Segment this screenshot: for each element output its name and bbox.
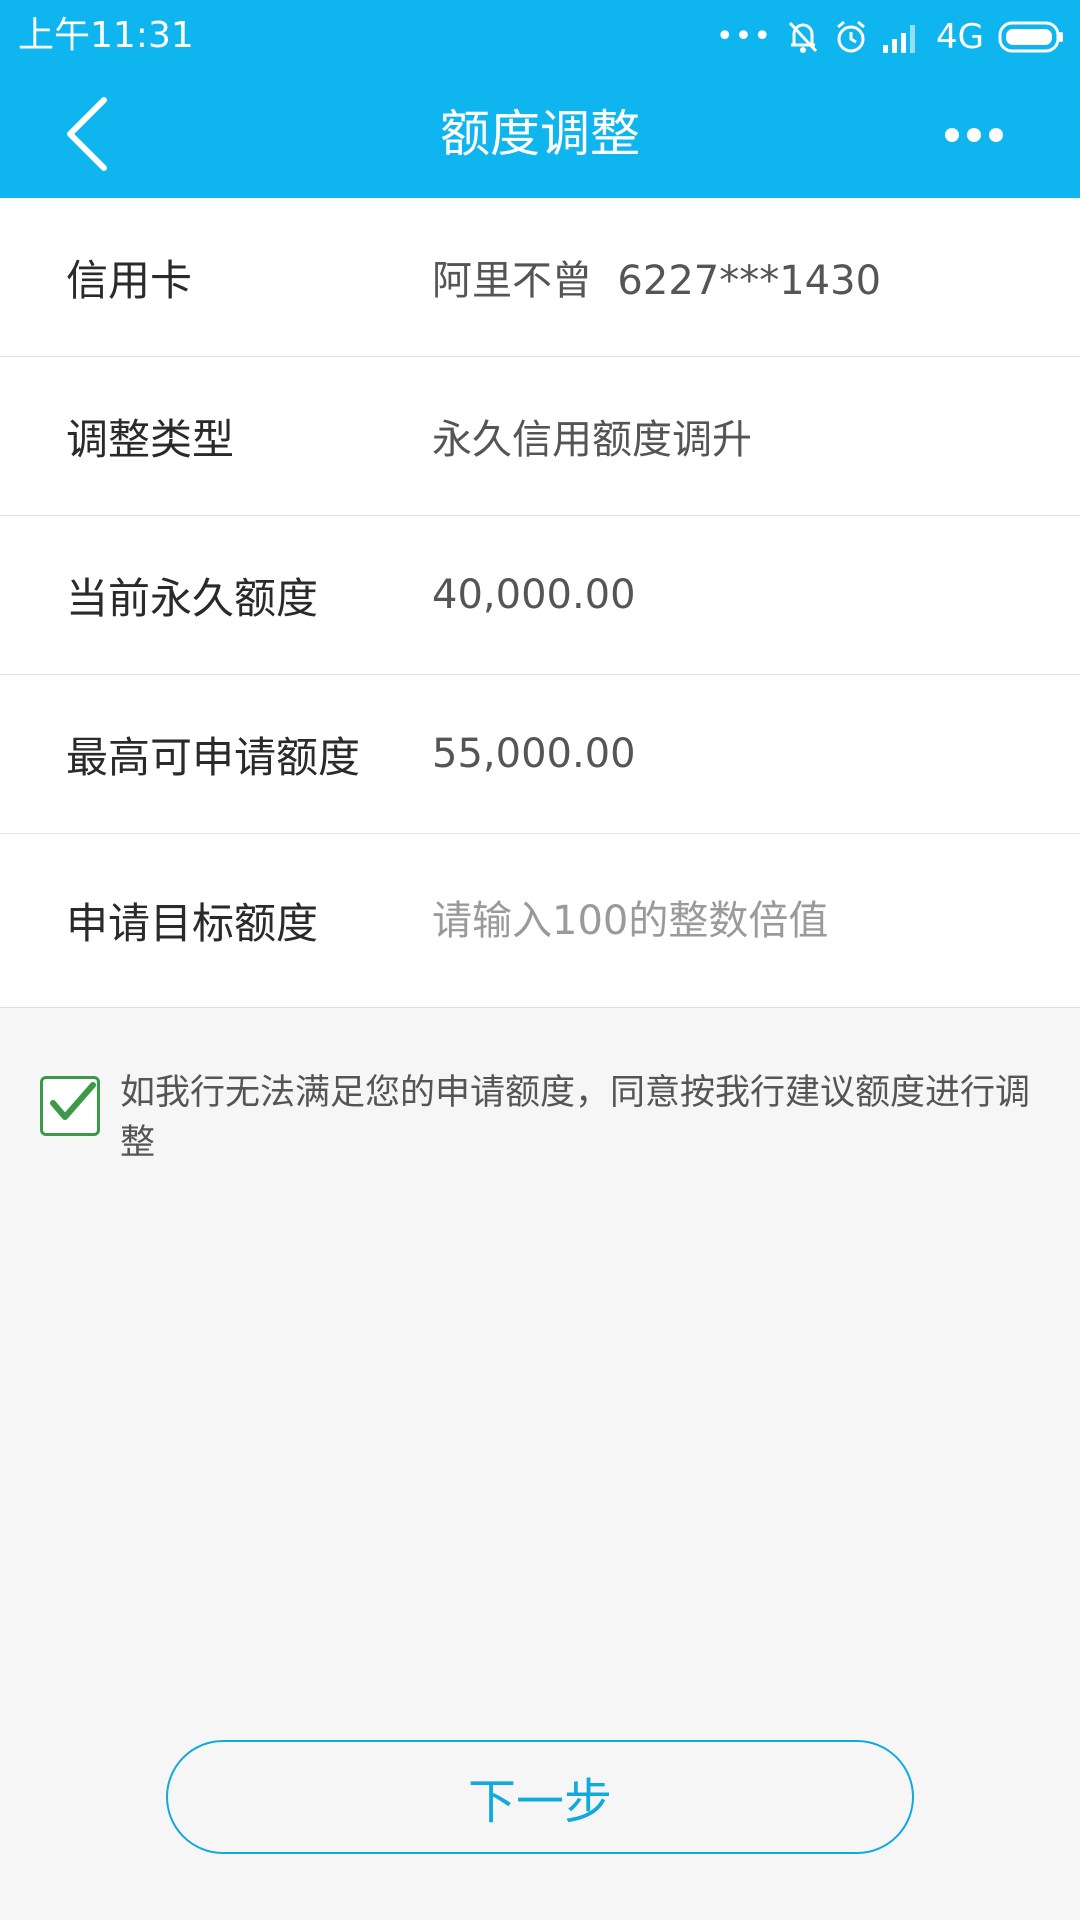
more-button[interactable] (924, 100, 1024, 170)
network-type: 4G (936, 17, 984, 57)
row-label: 信用卡 (66, 255, 193, 305)
status-icons: ••• 4G (716, 14, 1064, 60)
target-limit-input[interactable] (432, 884, 1032, 958)
agree-checkbox[interactable] (40, 1076, 100, 1136)
more-dots-icon (945, 128, 1003, 142)
nav-bar: 额度调整 (0, 72, 1080, 198)
alarm-icon (837, 20, 865, 53)
signal-icon (883, 25, 916, 53)
agreement: 如我行无法满足您的申请额度，同意按我行建议额度进行调整 (40, 1068, 1050, 1168)
mute-bell-icon (788, 21, 818, 53)
row-adjust-type: 调整类型 永久信用额度调升 (0, 357, 1080, 516)
row-label: 当前永久额度 (66, 573, 319, 623)
more-dots-icon: ••• (715, 19, 773, 54)
agreement-text: 如我行无法满足您的申请额度，同意按我行建议额度进行调整 (120, 1073, 1031, 1163)
status-bar: 上午11:31 ••• 4G (0, 0, 1080, 72)
row-value: 阿里不曾 6227***1430 (432, 258, 882, 304)
row-value: 55,000.00 (432, 731, 636, 777)
page-title: 额度调整 (440, 105, 640, 163)
checkmark-icon (50, 1082, 96, 1120)
row-label: 调整类型 (66, 414, 235, 464)
row-target-limit: 申请目标额度 (0, 834, 1080, 1008)
row-credit-card: 信用卡 阿里不曾 6227***1430 (0, 198, 1080, 357)
row-value: 永久信用额度调升 (432, 417, 752, 463)
battery-icon (998, 21, 1063, 53)
app-header: 上午11:31 ••• 4G 额度调整 (0, 0, 1080, 198)
row-current-limit: 当前永久额度 40,000.00 (0, 516, 1080, 675)
limit-adjust-form: 信用卡 阿里不曾 6227***1430 调整类型 永久信用额度调升 当前永久额… (0, 198, 1080, 1008)
row-label: 最高可申请额度 (66, 732, 361, 782)
next-step-button[interactable]: 下一步 (166, 1740, 914, 1854)
row-max-limit: 最高可申请额度 55,000.00 (0, 675, 1080, 834)
row-value: 40,000.00 (432, 572, 636, 618)
row-label: 申请目标额度 (66, 899, 319, 948)
status-time: 上午11:31 (18, 15, 194, 56)
